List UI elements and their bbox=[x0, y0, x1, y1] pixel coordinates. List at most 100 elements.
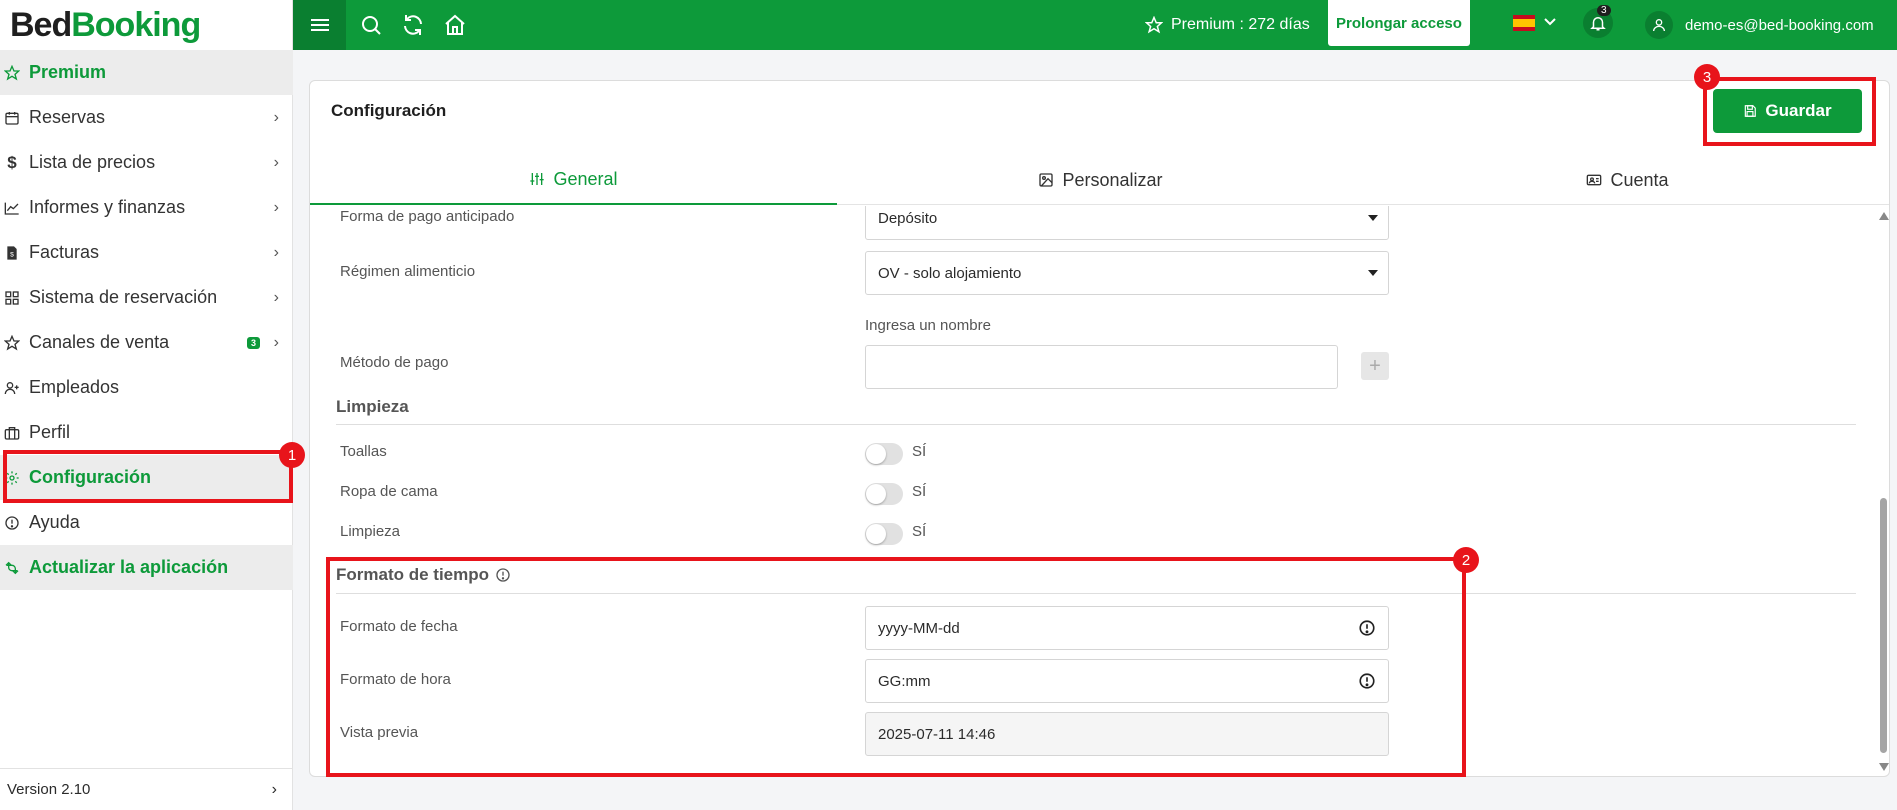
chevron-right-icon: › bbox=[273, 243, 279, 261]
id-card-icon bbox=[1587, 174, 1602, 186]
payment-method-input[interactable] bbox=[865, 345, 1338, 389]
towels-label: Toallas bbox=[340, 443, 387, 460]
payment-method-label: Método de pago bbox=[340, 354, 449, 371]
bedding-toggle[interactable] bbox=[865, 483, 903, 505]
sidebar-item-label: Facturas bbox=[29, 242, 100, 262]
sidebar-item-reservas[interactable]: Reservas › bbox=[0, 95, 293, 140]
user-menu[interactable]: demo-es@bed-booking.com bbox=[1645, 0, 1874, 50]
chevron-right-icon: › bbox=[273, 333, 279, 351]
sidebar-item-label: Reservas bbox=[29, 107, 106, 127]
scroll-up-icon[interactable] bbox=[1878, 211, 1890, 221]
notifications-count-badge: 3 bbox=[1597, 5, 1611, 16]
page-title: Configuración bbox=[331, 101, 447, 120]
language-flag-icon[interactable] bbox=[1513, 15, 1535, 31]
logo-part-booking: Booking bbox=[71, 5, 201, 44]
tab-personalizar[interactable]: Personalizar bbox=[837, 155, 1364, 205]
chevron-right-icon: › bbox=[271, 780, 277, 798]
sync-icon[interactable] bbox=[401, 13, 425, 37]
dollar-icon: $ bbox=[7, 152, 17, 172]
sidebar-item-label: Informes y finanzas bbox=[29, 197, 186, 217]
search-icon[interactable] bbox=[359, 13, 383, 37]
image-icon bbox=[1039, 173, 1054, 187]
annotation-marker-1: 1 bbox=[279, 442, 305, 468]
scrollbar[interactable] bbox=[1875, 206, 1890, 776]
add-payment-method-button[interactable]: + bbox=[1361, 352, 1389, 380]
settings-tabs: General Personalizar Cuenta bbox=[310, 155, 1889, 205]
payment-advance-value: Depósito bbox=[878, 209, 938, 227]
sidebar-item-actualizar[interactable]: Actualizar la aplicación bbox=[0, 545, 293, 590]
sidebar-item-canales-de-venta[interactable]: Canales de venta 3 › bbox=[0, 320, 293, 365]
grid-icon bbox=[4, 290, 20, 306]
logo-part-bed: Bed bbox=[10, 5, 72, 44]
sidebar-item-label: Empleados bbox=[29, 377, 120, 397]
menu-toggle-button[interactable] bbox=[293, 0, 346, 50]
home-icon[interactable] bbox=[443, 13, 467, 37]
highlight-box-3 bbox=[1703, 77, 1876, 146]
prolong-access-button[interactable]: Prolongar acceso bbox=[1328, 0, 1470, 46]
sidebar-item-label: Actualizar la aplicación bbox=[29, 557, 229, 577]
chevron-down-icon[interactable] bbox=[1543, 15, 1557, 34]
annotation-marker-2: 2 bbox=[1453, 547, 1479, 573]
star-icon bbox=[1145, 16, 1163, 34]
meal-plan-value: OV - solo alojamiento bbox=[878, 264, 1022, 282]
cleaning-heading: Limpieza bbox=[336, 397, 409, 416]
caret-down-icon bbox=[1368, 270, 1378, 276]
sidebar-item-label: Sistema de reservación bbox=[29, 287, 218, 307]
logo[interactable]: Bed Booking bbox=[0, 0, 292, 50]
sidebar-item-sistema-de-reservacion[interactable]: Sistema de reservación › bbox=[0, 275, 293, 320]
sidebar-item-perfil[interactable]: Perfil bbox=[0, 410, 293, 455]
user-email: demo-es@bed-booking.com bbox=[1685, 16, 1874, 34]
sidebar-item-ayuda[interactable]: Ayuda bbox=[0, 500, 293, 545]
tab-cuenta[interactable]: Cuenta bbox=[1364, 155, 1889, 205]
briefcase-icon bbox=[4, 425, 20, 441]
user-avatar-icon bbox=[1645, 11, 1673, 39]
annotation-marker-3: 3 bbox=[1694, 64, 1720, 90]
chevron-right-icon: › bbox=[273, 198, 279, 216]
topbar: Premium : 272 días Prolongar acceso 3 de… bbox=[293, 0, 1897, 50]
cleaning-label: Limpieza bbox=[340, 523, 401, 540]
notifications-button[interactable]: 3 bbox=[1583, 5, 1613, 38]
calendar-icon bbox=[4, 110, 20, 126]
scroll-down-icon[interactable] bbox=[1878, 762, 1890, 772]
premium-status: Premium : 272 días bbox=[1145, 0, 1310, 50]
sidebar-item-label: Ayuda bbox=[29, 512, 80, 532]
bell-icon bbox=[1590, 17, 1606, 31]
star-icon bbox=[4, 64, 20, 81]
version-footer[interactable]: Version 2.10 › bbox=[0, 768, 293, 810]
caret-down-icon bbox=[1368, 215, 1378, 221]
highlight-box-1 bbox=[3, 450, 293, 503]
channels-badge: 3 bbox=[246, 336, 260, 349]
cleaning-toggle-label: SÍ bbox=[912, 523, 927, 540]
svg-text:$: $ bbox=[10, 251, 14, 258]
payment-advance-select[interactable]: Depósito bbox=[865, 206, 1389, 240]
towels-toggle[interactable] bbox=[865, 443, 903, 465]
refresh-icon bbox=[4, 560, 20, 576]
cleaning-toggle[interactable] bbox=[865, 523, 903, 545]
sidebar-item-premium[interactable]: Premium bbox=[0, 50, 293, 95]
sidebar-item-label: Premium bbox=[29, 62, 107, 82]
payment-method-hint: Ingresa un nombre bbox=[865, 317, 991, 334]
sidebar-item-lista-de-precios[interactable]: $ Lista de precios › bbox=[0, 140, 293, 185]
user-plus-icon bbox=[4, 380, 20, 396]
star-outline-icon bbox=[4, 334, 20, 351]
hamburger-icon bbox=[310, 19, 329, 31]
highlight-box-2 bbox=[326, 557, 1466, 777]
sidebar-item-label: Lista de precios bbox=[29, 152, 156, 172]
chevron-right-icon: › bbox=[273, 153, 279, 171]
tab-general[interactable]: General bbox=[310, 155, 837, 205]
sidebar-item-label: Canales de venta bbox=[29, 332, 170, 352]
sidebar-item-label: Perfil bbox=[29, 422, 71, 442]
sidebar-item-facturas[interactable]: $ Facturas › bbox=[0, 230, 293, 275]
tab-label: General bbox=[553, 168, 618, 189]
meal-plan-select[interactable]: OV - solo alojamiento bbox=[865, 251, 1389, 295]
sidebar: Bed Booking Premium Reservas › $ Lista de… bbox=[0, 0, 293, 810]
tab-label: Personalizar bbox=[1062, 169, 1163, 190]
scroll-thumb[interactable] bbox=[1880, 498, 1887, 753]
divider bbox=[336, 424, 1856, 425]
meal-plan-label: Régimen alimenticio bbox=[340, 263, 476, 280]
sidebar-item-empleados[interactable]: Empleados bbox=[0, 365, 293, 410]
premium-days-label: Premium : 272 días bbox=[1171, 16, 1310, 33]
bedding-label: Ropa de cama bbox=[340, 483, 438, 500]
sidebar-item-informes[interactable]: Informes y finanzas › bbox=[0, 185, 293, 230]
tab-label: Cuenta bbox=[1610, 169, 1669, 190]
